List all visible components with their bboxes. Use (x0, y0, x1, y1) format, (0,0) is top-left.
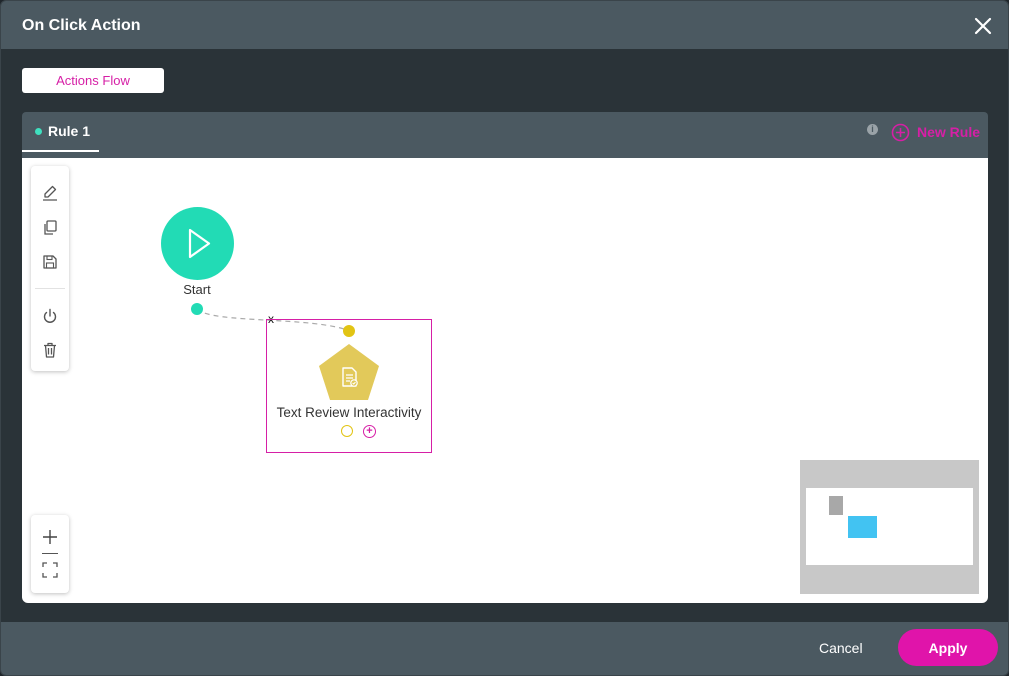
zoom-out-line[interactable] (42, 553, 58, 554)
apply-button[interactable]: Apply (898, 629, 998, 666)
minimap-start-node (829, 496, 843, 515)
document-check-icon (342, 367, 358, 387)
save-icon[interactable] (40, 252, 60, 272)
edit-icon[interactable] (40, 183, 60, 203)
tab-actions-flow[interactable]: Actions Flow (22, 68, 164, 93)
zoom-in-icon[interactable] (40, 527, 60, 547)
info-icon[interactable]: i (867, 124, 878, 135)
action-output-port[interactable] (341, 425, 353, 437)
rule-status-dot (35, 127, 42, 135)
start-node[interactable] (161, 207, 234, 280)
play-icon (188, 228, 211, 259)
power-icon[interactable] (40, 306, 60, 326)
action-input-port[interactable] (343, 325, 355, 337)
copy-icon[interactable] (40, 218, 60, 238)
minimap-viewport (806, 488, 973, 565)
on-click-action-dialog: On Click Action Actions Flow Rule 1 i Ne… (0, 0, 1009, 676)
minimap-action-node (848, 516, 877, 538)
action-node[interactable]: Text Review Interactivity + (266, 319, 432, 453)
add-step-icon[interactable]: + (363, 425, 376, 438)
rule-tab[interactable]: Rule 1 (22, 112, 99, 152)
dialog-header: On Click Action (1, 1, 1008, 49)
zoom-controls (31, 515, 69, 593)
fit-screen-icon[interactable] (40, 560, 60, 580)
minimap[interactable] (800, 460, 979, 594)
rules-bar: Rule 1 i New Rule (22, 112, 988, 158)
rule-tab-label: Rule 1 (48, 123, 91, 139)
trash-icon[interactable] (40, 340, 60, 360)
close-icon[interactable] (973, 16, 993, 36)
start-node-label: Start (183, 282, 211, 297)
cancel-button[interactable]: Cancel (819, 640, 863, 656)
start-output-port[interactable] (191, 303, 203, 315)
dialog-title: On Click Action (22, 17, 141, 34)
plus-circle-icon (891, 123, 910, 141)
action-node-label: Text Review Interactivity (276, 405, 422, 420)
flow-canvas[interactable]: Start x Text Review Interactivity + (22, 158, 988, 603)
dialog-footer: Cancel Apply (1, 622, 1008, 675)
toolbar-divider (35, 288, 65, 289)
new-rule-button[interactable]: New Rule (891, 122, 980, 142)
new-rule-label: New Rule (917, 124, 981, 140)
canvas-toolbar (31, 166, 69, 371)
